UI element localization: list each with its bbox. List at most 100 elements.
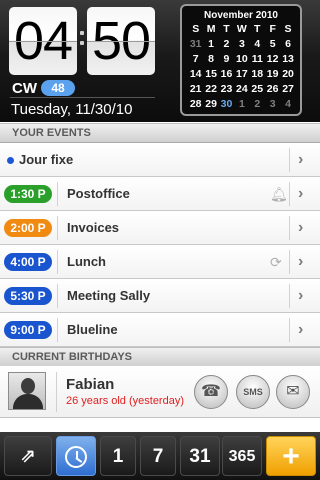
calendar-day[interactable]: 3	[234, 37, 249, 52]
event-title: Meeting Sally	[67, 288, 151, 303]
calendar-day[interactable]: 2	[219, 37, 234, 52]
calendar-day-today[interactable]: 30	[219, 97, 234, 112]
event-divider	[57, 182, 58, 206]
call-button[interactable]: ☎	[194, 375, 228, 409]
calendar-day[interactable]: 15	[203, 67, 218, 82]
chevron-right-icon[interactable]: ›	[298, 219, 303, 237]
calendar-day[interactable]: 14	[188, 67, 203, 82]
calendar-day[interactable]: 21	[188, 82, 203, 97]
calendar-day[interactable]: 7	[188, 52, 203, 67]
sms-button[interactable]: SMS	[236, 375, 270, 409]
event-divider	[57, 216, 58, 240]
birthday-row[interactable]: Fabian 26 years old (yesterday) ☎ SMS ✉	[0, 366, 320, 418]
calendar-day[interactable]: 1	[203, 37, 218, 52]
calendar-day[interactable]: 24	[234, 82, 249, 97]
week-view-button[interactable]: 7	[140, 436, 176, 476]
calendar-week-label: CW	[12, 80, 37, 97]
calendar-month-title: November 2010	[204, 10, 278, 21]
calendar-weekday: W	[236, 23, 247, 35]
calendar-day[interactable]: 29	[203, 97, 218, 112]
event-side-divider	[289, 284, 290, 308]
calendar-day[interactable]: 9	[219, 52, 234, 67]
header-panel: 04 50 CW 48 Tuesday, 11/30/10 November 2…	[0, 0, 320, 122]
calendar-day[interactable]: 25	[250, 82, 265, 97]
current-date: Tuesday, 11/30/10	[11, 101, 133, 118]
event-title: Invoices	[67, 220, 120, 235]
add-event-button[interactable]: +	[266, 436, 316, 476]
calendar-day[interactable]: 12	[265, 52, 280, 67]
calendar-weekday-row: SMTWTFS	[188, 22, 296, 37]
event-row[interactable]: Jour fixe ›	[0, 143, 320, 177]
chevron-right-icon[interactable]: ›	[298, 287, 303, 305]
calendar-day[interactable]: 13	[280, 52, 295, 67]
event-time-badge: 9:00 P	[4, 321, 52, 339]
event-row[interactable]: 2:00 P Invoices ›	[0, 211, 320, 245]
calendar-weekday: T	[254, 23, 261, 35]
calendar-weekday: S	[284, 23, 292, 35]
event-row[interactable]: 9:00 P Blueline ›	[0, 313, 320, 347]
calendar-day[interactable]: 26	[265, 82, 280, 97]
chevron-right-icon[interactable]: ›	[298, 151, 303, 169]
mini-calendar[interactable]: November 2010 S M T W T F S 31 1 2 3 4 5 6 7 8 9 10 11 12 13…	[180, 4, 302, 116]
calendar-day[interactable]: 5	[265, 37, 280, 52]
today-view-button[interactable]	[56, 436, 96, 476]
month-view-button[interactable]: 31	[180, 436, 220, 476]
calendar-day[interactable]: 4	[280, 97, 295, 112]
calendar-week-row: 21 22 23 24 25 26 27	[188, 82, 296, 97]
calendar-day[interactable]: 4	[250, 37, 265, 52]
calendar-week-badge: 48	[41, 80, 75, 96]
event-row[interactable]: 1:30 P Postoffice 🔔︎ ›	[0, 177, 320, 211]
event-side-divider	[289, 318, 290, 342]
calendar-day[interactable]: 20	[280, 67, 295, 82]
event-divider	[57, 284, 58, 308]
email-button[interactable]: ✉	[276, 375, 310, 409]
calendar-day[interactable]: 6	[280, 37, 295, 52]
bottom-toolbar: ⇗ 1 7 31 365 +	[0, 432, 320, 480]
chevron-right-icon[interactable]: ›	[298, 321, 303, 339]
event-divider	[57, 250, 58, 274]
calendar-day[interactable]: 23	[219, 82, 234, 97]
calendar-day[interactable]: 31	[188, 37, 203, 52]
calendar-day[interactable]: 19	[265, 67, 280, 82]
calendar-week-row: 31 1 2 3 4 5 6	[188, 37, 296, 52]
event-row[interactable]: 4:00 P Lunch ⟳ ›	[0, 245, 320, 279]
calendar-day[interactable]: 22	[203, 82, 218, 97]
event-title: Lunch	[67, 254, 106, 269]
event-time-badge: 1:30 P	[4, 185, 52, 203]
event-row[interactable]: 5:30 P Meeting Sally ›	[0, 279, 320, 313]
year-view-button[interactable]: 365	[222, 436, 262, 476]
calendar-day[interactable]: 17	[234, 67, 249, 82]
calendar-day[interactable]: 10	[234, 52, 249, 67]
event-time-badge: 5:30 P	[4, 287, 52, 305]
chevron-right-icon[interactable]: ›	[298, 185, 303, 203]
calendar-day[interactable]: 1	[234, 97, 249, 112]
calendar-weekday: S	[192, 23, 200, 35]
clock-hours: 04	[9, 7, 77, 75]
share-button[interactable]: ⇗	[4, 436, 52, 476]
calendar-day[interactable]: 2	[250, 97, 265, 112]
calendar-weekday: T	[223, 23, 230, 35]
calendar-day[interactable]: 8	[203, 52, 218, 67]
avatar	[8, 372, 46, 410]
calendar-day[interactable]: 16	[219, 67, 234, 82]
calendar-day[interactable]: 27	[280, 82, 295, 97]
envelope-icon: ✉	[286, 383, 300, 400]
calendar-weekday: F	[269, 23, 276, 35]
event-title: Blueline	[67, 322, 118, 337]
calendar-day[interactable]: 18	[250, 67, 265, 82]
event-title: Jour fixe	[19, 152, 74, 167]
day-view-button[interactable]: 1	[100, 436, 136, 476]
event-side-divider	[289, 216, 290, 240]
birthday-age: 26 years old (yesterday)	[66, 395, 184, 407]
chevron-right-icon[interactable]: ›	[298, 253, 303, 271]
event-title: Postoffice	[67, 186, 130, 201]
calendar-day[interactable]: 3	[265, 97, 280, 112]
clock-colon	[79, 25, 85, 51]
calendar-weekday: M	[206, 23, 216, 35]
events-list: Jour fixe › 1:30 P Postoffice 🔔︎ › 2:00 P Invoi…	[0, 143, 320, 347]
event-side-divider	[289, 182, 290, 206]
bell-icon: 🔔︎	[270, 186, 288, 202]
calendar-day[interactable]: 11	[250, 52, 265, 67]
calendar-day[interactable]: 28	[188, 97, 203, 112]
sms-label: SMS	[243, 387, 263, 397]
